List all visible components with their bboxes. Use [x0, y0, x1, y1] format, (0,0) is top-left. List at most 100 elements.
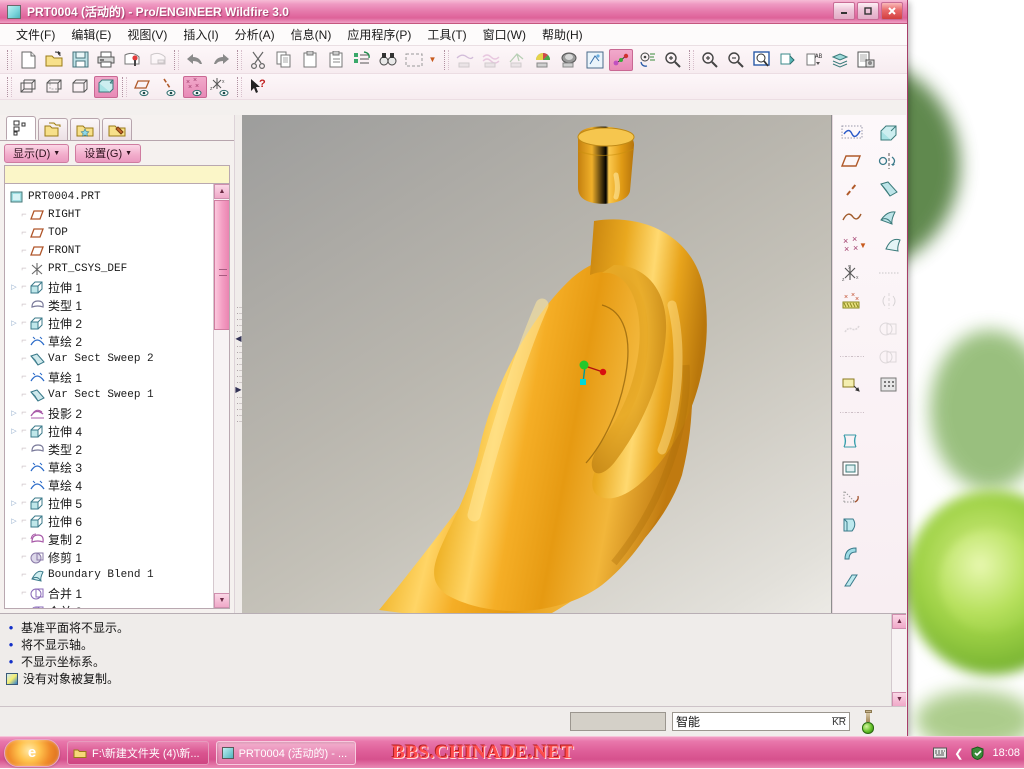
tree-scroll-up-button[interactable]: ▲ — [214, 184, 230, 199]
draft-icon[interactable] — [833, 483, 870, 511]
tree-item[interactable]: ⌐草绘 1 — [9, 368, 213, 386]
maximize-button[interactable] — [857, 2, 879, 20]
tree-item[interactable]: ⌐合并 2 — [9, 602, 213, 608]
model-player-icon[interactable] — [854, 49, 878, 71]
expand-toggle-icon[interactable]: ▷ — [9, 499, 19, 508]
spin-center-toggle-icon[interactable] — [609, 49, 633, 71]
save-icon[interactable] — [68, 49, 92, 71]
shading-curve-icon[interactable] — [479, 49, 503, 71]
zoom-out-icon[interactable] — [724, 49, 748, 71]
tree-scroll-down-button[interactable]: ▼ — [214, 593, 230, 608]
hidden-line-icon[interactable] — [42, 76, 66, 98]
close-button[interactable] — [881, 2, 903, 20]
pattern-icon[interactable] — [870, 371, 907, 399]
tree-item[interactable]: ⌐TOP — [9, 224, 213, 242]
find-icon[interactable] — [376, 49, 400, 71]
shell-icon[interactable] — [833, 455, 870, 483]
point-from-field-icon[interactable]: ××× — [833, 287, 870, 315]
menu-help[interactable]: 帮助(H) — [534, 24, 591, 45]
datum-plane-icon[interactable] — [833, 147, 870, 175]
minimize-button[interactable] — [833, 2, 855, 20]
tab-folder-browser[interactable] — [38, 118, 68, 140]
tree-item[interactable]: ⌐FRONT — [9, 242, 213, 260]
splitter-collapse-left-icon[interactable]: ◀ — [235, 334, 241, 343]
chevron-left-icon[interactable]: ❮ — [954, 747, 963, 760]
message-scroll-down-button[interactable]: ▼ — [892, 692, 906, 707]
tree-item[interactable]: ⌐草绘 3 — [9, 458, 213, 476]
tab-model-tree[interactable] — [6, 116, 36, 140]
extrude-icon[interactable] — [870, 119, 907, 147]
print-icon[interactable] — [94, 49, 118, 71]
tab-connections[interactable] — [102, 118, 132, 140]
menu-file[interactable]: 文件(F) — [8, 24, 63, 45]
menu-view[interactable]: 视图(V) — [119, 24, 175, 45]
open-folder-icon[interactable] — [42, 49, 66, 71]
expand-toggle-icon[interactable]: ▷ — [9, 409, 19, 418]
shield-icon[interactable] — [970, 746, 985, 760]
trim-icon[interactable] — [870, 343, 907, 371]
offset-surface-icon[interactable] — [833, 511, 870, 539]
tree-item[interactable]: ⌐Var Sect Sweep 2 — [9, 350, 213, 368]
tree-item[interactable]: ⌐草绘 2 — [9, 332, 213, 350]
menu-info[interactable]: 信息(N) — [283, 24, 340, 45]
menu-analysis[interactable]: 分析(A) — [227, 24, 283, 45]
curve-icon[interactable] — [833, 203, 870, 231]
keyboard-icon[interactable] — [933, 747, 947, 759]
select-box-icon[interactable] — [402, 49, 426, 71]
tab-favorites[interactable] — [70, 118, 100, 140]
show-dropdown-button[interactable]: 显示(D) ▼ — [4, 144, 69, 163]
copy-icon[interactable] — [272, 49, 296, 71]
expand-toggle-icon[interactable]: ▷ — [9, 319, 19, 328]
tree-item[interactable]: ▷⌐拉伸 4 — [9, 422, 213, 440]
color-appearance-icon[interactable] — [531, 49, 555, 71]
datum-point-icon[interactable]: ×××× — [183, 76, 207, 98]
tree-item[interactable]: ⌐类型 1 — [9, 296, 213, 314]
message-scrollbar[interactable]: ▲ ▼ — [891, 614, 906, 707]
tree-scrollbar[interactable]: ▲ ▼ — [213, 184, 229, 608]
tree-item[interactable]: ▷⌐拉伸 1 — [9, 278, 213, 296]
wireframe-icon[interactable] — [16, 76, 40, 98]
shading-icon[interactable] — [94, 76, 118, 98]
refit-icon[interactable] — [750, 49, 774, 71]
expand-toggle-icon[interactable]: ▷ — [9, 517, 19, 526]
zoom-in-icon[interactable] — [661, 49, 685, 71]
tree-item[interactable]: ▷⌐拉伸 5 — [9, 494, 213, 512]
taskbar-item-proe[interactable]: PRT0004 (活动的) - ... — [216, 741, 357, 765]
regenerate-icon[interactable] — [350, 49, 374, 71]
fill-icon[interactable] — [833, 371, 870, 399]
revolve-icon[interactable] — [870, 147, 907, 175]
tree-item[interactable]: ▷⌐投影 2 — [9, 404, 213, 422]
tree-item[interactable]: ⌐Boundary Blend 1 — [9, 566, 213, 584]
tree-item[interactable]: ⌐复制 2 — [9, 530, 213, 548]
cut-icon[interactable] — [246, 49, 270, 71]
tree-item[interactable]: PRT0004.PRT — [9, 188, 213, 206]
tree-scroll-thumb[interactable] — [214, 200, 230, 330]
tree-item[interactable]: ⌐草绘 4 — [9, 476, 213, 494]
tree-item[interactable]: ⌐Var Sect Sweep 1 — [9, 386, 213, 404]
view-manager-icon[interactable] — [583, 49, 607, 71]
redo-icon[interactable] — [209, 49, 233, 71]
select-dropdown-caret[interactable]: ▼ — [428, 49, 440, 71]
start-button[interactable]: e — [4, 739, 60, 767]
wrap-icon[interactable] — [833, 315, 870, 343]
sweep-icon[interactable] — [870, 175, 907, 203]
tree-item[interactable]: ⌐PRT_CSYS_DEF — [9, 260, 213, 278]
context-help-icon[interactable]: ? — [246, 76, 270, 98]
datum-display-icon[interactable] — [505, 49, 529, 71]
no-hidden-icon[interactable] — [68, 76, 92, 98]
mirror-icon[interactable] — [870, 287, 907, 315]
expand-toggle-icon[interactable]: ▷ — [9, 283, 19, 292]
round-icon[interactable] — [833, 539, 870, 567]
menu-applications[interactable]: 应用程序(P) — [339, 24, 419, 45]
datum-csys-icon[interactable]: xz — [209, 76, 233, 98]
datum-axis-icon[interactable] — [157, 76, 181, 98]
panel-splitter[interactable]: ⋮⋮⋮⋮⋮ ◀ ⋮⋮⋮⋮⋮⋮⋮ ▶ ⋮⋮⋮⋮⋮ — [234, 115, 242, 613]
datum-point-dropdown-caret[interactable]: ▼ — [870, 231, 907, 259]
variable-section-sweep-icon[interactable] — [870, 259, 907, 287]
zoom-in-icon-2[interactable] — [698, 49, 722, 71]
send-mail-icon[interactable] — [120, 49, 144, 71]
menu-window[interactable]: 窗口(W) — [475, 24, 534, 45]
merge-icon[interactable] — [870, 315, 907, 343]
datum-csys-icon[interactable]: yxz — [833, 259, 870, 287]
saved-views-icon[interactable] — [776, 49, 800, 71]
